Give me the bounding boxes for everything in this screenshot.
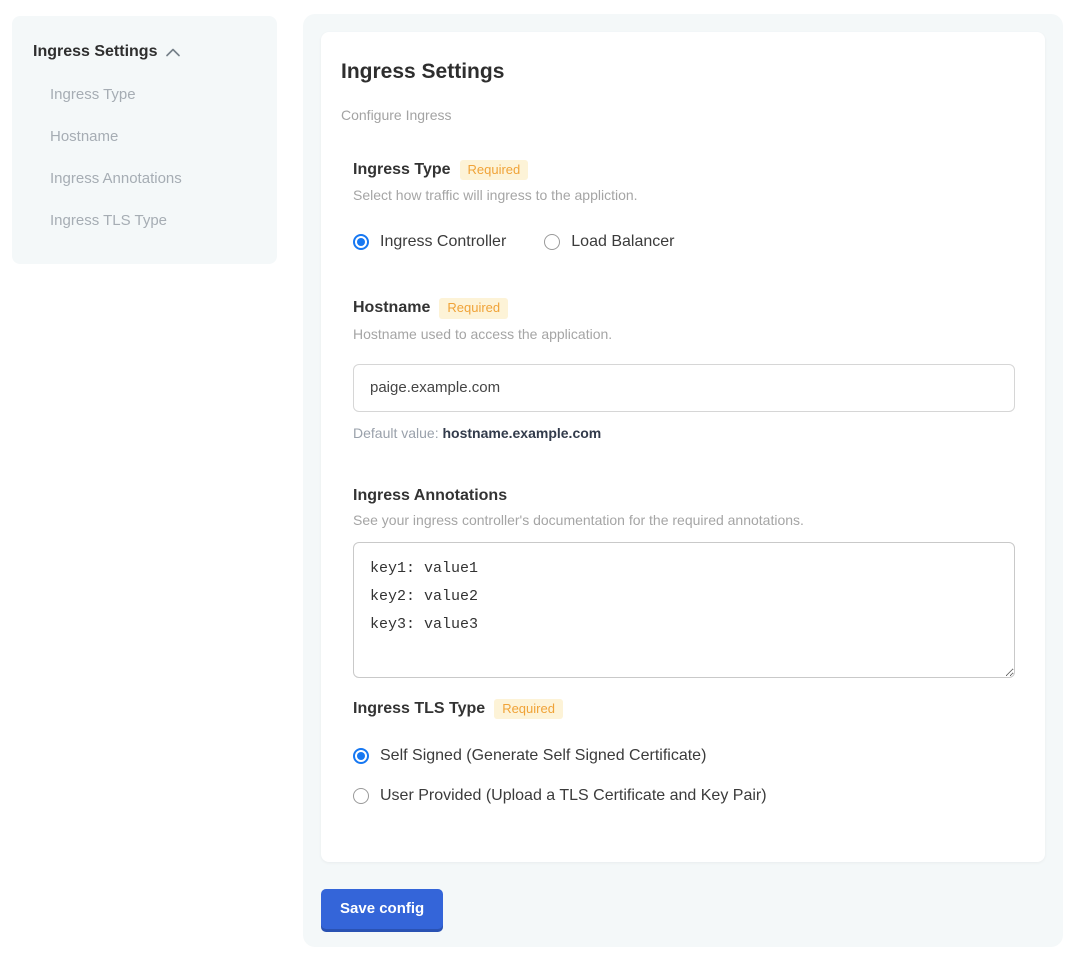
required-badge: Required [439, 298, 508, 318]
page-title: Ingress Settings [341, 60, 1025, 84]
sidebar-item-ingress-tls-type[interactable]: Ingress TLS Type [50, 212, 257, 229]
section-ingress-annotations: Ingress Annotations See your ingress con… [353, 487, 1015, 678]
field-label-ingress-tls-type: Ingress TLS Type [353, 700, 485, 718]
radio-circle-icon [353, 234, 369, 250]
field-help-ingress-annotations: See your ingress controller's documentat… [353, 512, 1015, 528]
radio-self-signed[interactable]: Self Signed (Generate Self Signed Certif… [353, 747, 1015, 765]
radio-load-balancer[interactable]: Load Balancer [544, 233, 674, 251]
hostname-input[interactable] [353, 364, 1015, 412]
radio-label: User Provided (Upload a TLS Certificate … [380, 787, 767, 805]
ingress-type-radio-group: Ingress Controller Load Balancer [353, 233, 1015, 251]
radio-user-provided[interactable]: User Provided (Upload a TLS Certificate … [353, 787, 1015, 805]
config-card: Ingress Settings Configure Ingress Ingre… [321, 32, 1045, 862]
ingress-annotations-textarea[interactable]: key1: value1 key2: value2 key3: value3 [353, 542, 1015, 678]
radio-label: Load Balancer [571, 233, 674, 251]
radio-circle-icon [544, 234, 560, 250]
chevron-up-icon [166, 48, 180, 57]
radio-label: Ingress Controller [380, 233, 506, 251]
default-value-prefix: Default value: [353, 425, 439, 441]
sidebar-item-hostname[interactable]: Hostname [50, 128, 257, 145]
field-label-ingress-type: Ingress Type [353, 161, 451, 179]
default-value-text: hostname.example.com [443, 425, 602, 441]
field-help-hostname: Hostname used to access the application. [353, 326, 1015, 342]
field-help-ingress-type: Select how traffic will ingress to the a… [353, 187, 1015, 203]
save-config-button[interactable]: Save config [321, 889, 443, 929]
page-subtitle: Configure Ingress [341, 107, 1025, 123]
field-label-hostname: Hostname [353, 299, 430, 317]
required-badge: Required [460, 160, 529, 180]
section-hostname: Hostname Required Hostname used to acces… [353, 298, 1015, 440]
sidebar-group-label: Ingress Settings [33, 43, 157, 61]
sidebar-group-ingress-settings[interactable]: Ingress Settings [33, 43, 257, 61]
field-label-ingress-annotations: Ingress Annotations [353, 487, 507, 505]
section-ingress-type: Ingress Type Required Select how traffic… [353, 160, 1015, 251]
section-ingress-tls-type: Ingress TLS Type Required Self Signed (G… [353, 699, 1015, 805]
tls-type-radio-group: Self Signed (Generate Self Signed Certif… [353, 747, 1015, 805]
config-sidebar: Ingress Settings Ingress Type Hostname I… [12, 16, 277, 264]
radio-label: Self Signed (Generate Self Signed Certif… [380, 747, 706, 765]
radio-ingress-controller[interactable]: Ingress Controller [353, 233, 506, 251]
required-badge: Required [494, 699, 563, 719]
sidebar-item-ingress-annotations[interactable]: Ingress Annotations [50, 170, 257, 187]
radio-circle-icon [353, 748, 369, 764]
hostname-default-value: Default value: hostname.example.com [353, 425, 1015, 441]
config-panel: Ingress Settings Configure Ingress Ingre… [303, 14, 1063, 947]
sidebar-item-ingress-type[interactable]: Ingress Type [50, 86, 257, 103]
radio-circle-icon [353, 788, 369, 804]
